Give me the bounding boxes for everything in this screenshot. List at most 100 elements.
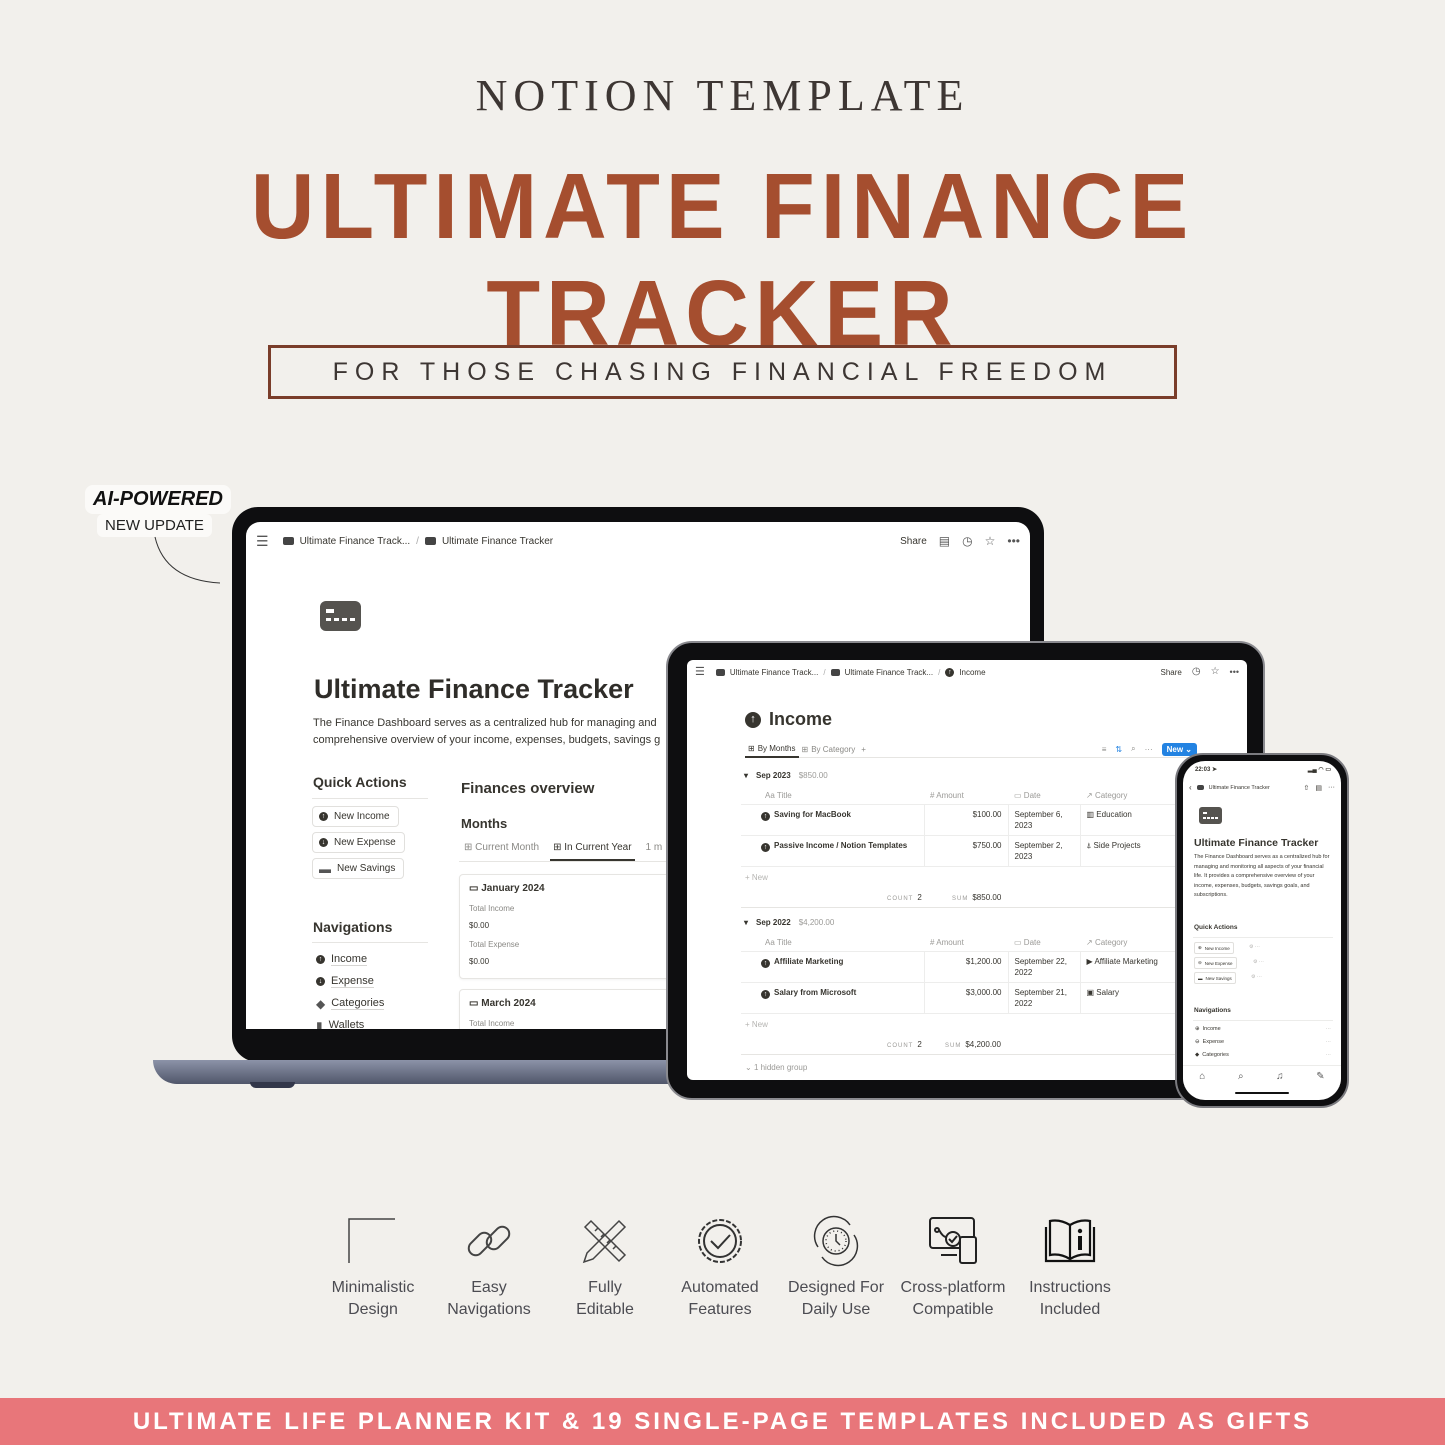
new-savings-button[interactable]: ▬ New Savings — [312, 858, 405, 879]
cell-amount[interactable]: $3,000.00 — [923, 982, 1008, 1014]
more-icon[interactable]: ··· — [1326, 1039, 1332, 1045]
column-header-category[interactable]: ↗ Category — [1080, 787, 1181, 805]
savings-icon: ▬ — [319, 861, 331, 876]
back-icon[interactable]: ‹ — [1189, 783, 1192, 792]
comment-icon[interactable]: ▤ — [939, 535, 950, 547]
more-icon[interactable]: ··· — [1328, 784, 1335, 792]
menu-icon[interactable]: ☰ — [256, 534, 269, 548]
comment-icon[interactable]: ▤ — [1315, 784, 1322, 792]
new-income-button[interactable]: ⊕ New Income — [1194, 942, 1234, 954]
nav-wallets[interactable]: ▮ Wallets — [316, 1019, 364, 1029]
cell-date[interactable]: September 6, 2023 — [1007, 804, 1080, 836]
bell-icon[interactable]: ♫ — [1276, 1071, 1284, 1082]
share-icon[interactable]: ⇧ — [1304, 784, 1310, 792]
breadcrumb-item[interactable]: Ultimate Finance Tracker — [1209, 785, 1270, 791]
table-row[interactable]: ↑ Affiliate Marketing $1,200.00 September… — [741, 951, 1181, 983]
column-header-amount[interactable]: # Amount — [924, 787, 1008, 805]
button-settings-icon[interactable]: ⚙ ··· — [1251, 974, 1262, 980]
hidden-group-toggle[interactable]: ⌄ 1 hidden group — [745, 1063, 807, 1072]
cell-category[interactable]: ⍋ Side Projects — [1079, 835, 1181, 867]
add-view-button[interactable]: + — [858, 741, 869, 758]
view-tab-by-months[interactable]: ⊞ By Months — [745, 741, 799, 758]
breadcrumb-item[interactable]: Ultimate Finance Tracker — [442, 536, 553, 547]
new-button[interactable]: New ⌄ — [1161, 742, 1197, 756]
button-settings-icon[interactable]: ⚙ ··· — [1253, 959, 1264, 965]
column-header-category[interactable]: ↗ Category — [1080, 934, 1181, 952]
nav-income[interactable]: ⊕ Income ··· — [1195, 1026, 1331, 1032]
sum-calc[interactable]: SUM $850.00 — [952, 893, 1001, 902]
column-header-title[interactable]: Aa Title — [741, 787, 924, 805]
table-row[interactable]: ↑ Passive Income / Notion Templates $750.… — [741, 835, 1181, 867]
cell-title[interactable]: ↑ Affiliate Marketing — [741, 951, 924, 983]
column-header-date[interactable]: ▭ Date — [1008, 934, 1080, 952]
more-icon[interactable]: ••• — [1007, 535, 1020, 547]
count-calc[interactable]: COUNT 2 — [887, 1040, 922, 1049]
star-icon[interactable]: ☆ — [1211, 667, 1220, 677]
clock-icon[interactable]: ◷ — [962, 535, 972, 547]
nav-income[interactable]: ↑ Income — [316, 953, 368, 966]
tab-current-month[interactable]: ⊞ Current Month — [461, 840, 542, 861]
breadcrumb-item[interactable]: Ultimate Finance Track... — [845, 668, 933, 677]
cell-date[interactable]: September 21, 2022 — [1007, 982, 1080, 1014]
more-icon[interactable]: ··· — [1326, 1026, 1332, 1032]
cell-amount[interactable]: $1,200.00 — [923, 951, 1008, 983]
breadcrumb-separator: / — [823, 667, 826, 677]
column-header-date[interactable]: ▭ Date — [1008, 787, 1080, 805]
cell-date[interactable]: September 22, 2022 — [1007, 951, 1080, 983]
breadcrumb-separator: / — [938, 667, 941, 677]
search-icon[interactable]: ⌕ — [1238, 1071, 1244, 1082]
more-icon[interactable]: ··· — [1145, 745, 1153, 754]
feature-line: Designed For — [787, 1279, 885, 1296]
month-card[interactable]: ▭ March 2024 Total Income — [459, 989, 689, 1029]
more-icon[interactable]: ••• — [1230, 667, 1239, 677]
cell-date[interactable]: September 2, 2023 — [1007, 835, 1080, 867]
count-calc[interactable]: COUNT 2 — [887, 893, 922, 902]
nav-expense[interactable]: ⊖ Expense ··· — [1195, 1039, 1331, 1045]
star-icon[interactable]: ☆ — [985, 535, 996, 547]
button-settings-icon[interactable]: ⚙ ··· — [1249, 944, 1260, 950]
nav-expense[interactable]: ↓ Expense — [316, 975, 374, 988]
share-button[interactable]: Share — [900, 536, 927, 547]
new-expense-button[interactable]: ↓ New Expense — [312, 832, 405, 853]
column-header-amount[interactable]: # Amount — [924, 934, 1008, 952]
compose-icon[interactable]: ✎ — [1316, 1071, 1324, 1082]
menu-icon[interactable]: ☰ — [695, 666, 705, 678]
group-header[interactable]: ▾ Sep 2022 $4,200.00 — [744, 918, 834, 927]
cell-category[interactable]: ▥ Education — [1079, 804, 1181, 836]
column-header-title[interactable]: Aa Title — [741, 934, 924, 952]
tab-in-current-year[interactable]: ⊞ In Current Year — [550, 840, 635, 861]
search-icon[interactable]: ⌕ — [1131, 744, 1135, 754]
new-expense-button[interactable]: ⊖ New Expense — [1194, 957, 1237, 969]
add-row-button[interactable]: + New — [745, 873, 768, 882]
home-icon[interactable]: ⌂ — [1199, 1071, 1205, 1082]
new-savings-button[interactable]: ▬ New Savings — [1194, 972, 1236, 984]
nav-categories[interactable]: ◆ Categories ··· — [1195, 1052, 1331, 1058]
breadcrumb-item[interactable]: Income — [959, 668, 985, 677]
table-row[interactable]: ↑ Saving for MacBook $100.00 September 6,… — [741, 804, 1181, 836]
cell-amount[interactable]: $750.00 — [923, 835, 1008, 867]
breadcrumb-item[interactable]: Ultimate Finance Track... — [300, 536, 411, 547]
clock-icon[interactable]: ◷ — [1192, 667, 1201, 677]
cell-title[interactable]: ↑ Saving for MacBook — [741, 804, 924, 836]
cell-category[interactable]: ▶ Affiliate Marketing — [1079, 951, 1181, 983]
more-icon[interactable]: ··· — [1326, 1052, 1332, 1058]
nav-categories[interactable]: ◆ Categories — [316, 997, 385, 1010]
group-header[interactable]: ▾ Sep 2023 $850.00 — [744, 771, 828, 780]
sort-icon[interactable]: ⇅ — [1115, 745, 1122, 754]
new-income-button[interactable]: ↑ New Income — [312, 806, 399, 827]
toggle-icon[interactable]: ▾ — [744, 771, 748, 780]
toggle-icon[interactable]: ▾ — [744, 918, 748, 927]
cell-title[interactable]: ↑ Passive Income / Notion Templates — [741, 835, 924, 867]
cell-amount[interactable]: $100.00 — [923, 804, 1008, 836]
month-card[interactable]: ▭ January 2024 Total Income $0.00 Total … — [459, 874, 689, 979]
breadcrumb-item[interactable]: Ultimate Finance Track... — [730, 668, 818, 677]
view-tab-by-category[interactable]: ⊞ By Category — [799, 741, 859, 758]
cell-title[interactable]: ↑ Salary from Microsoft — [741, 982, 924, 1014]
filter-icon[interactable]: ≡ — [1102, 745, 1107, 754]
tab-more[interactable]: 1 m — [643, 840, 666, 861]
add-row-button[interactable]: + New — [745, 1020, 768, 1029]
share-button[interactable]: Share — [1160, 668, 1181, 677]
table-row[interactable]: ↑ Salary from Microsoft $3,000.00 Septemb… — [741, 982, 1181, 1014]
sum-calc[interactable]: SUM $4,200.00 — [945, 1040, 1001, 1049]
cell-category[interactable]: ▣ Salary — [1079, 982, 1181, 1014]
